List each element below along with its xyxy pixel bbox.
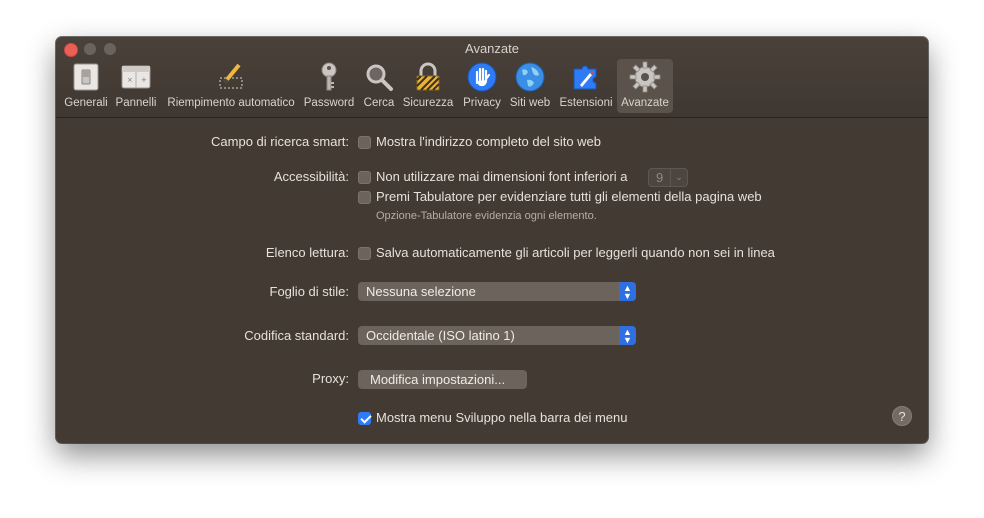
stylesheet-popup[interactable]: Nessuna selezione ▲ ▼ <box>358 282 636 301</box>
save-offline-checkbox[interactable] <box>358 247 371 260</box>
chevron-down-icon: ⌄ <box>670 169 687 186</box>
encoding-popup[interactable]: Occidentale (ISO latino 1) ▲ ▼ <box>358 326 636 345</box>
updown-arrows-icon: ▲ ▼ <box>619 326 636 345</box>
tab-cerca[interactable]: Cerca <box>360 59 398 113</box>
puzzle-icon <box>573 65 597 90</box>
tab-pannelli[interactable]: × + Pannelli <box>112 59 160 113</box>
min-font-size-checkbox[interactable] <box>358 171 371 184</box>
tab-estensioni[interactable]: Estensioni <box>556 59 616 113</box>
hand-icon <box>467 62 497 92</box>
change-settings-button[interactable]: Modifica impostazioni... <box>358 370 527 389</box>
window-title: Avanzate <box>465 41 519 56</box>
save-offline-label[interactable]: Salva automaticamente gli articoli per l… <box>376 245 775 260</box>
stylesheet-label: Foglio di stile: <box>269 284 349 299</box>
font-size-value: 9 <box>656 170 664 185</box>
font-size-select[interactable]: 9 ⌄ <box>648 168 688 187</box>
tab-sicurezza[interactable]: Sicurezza <box>400 59 456 113</box>
encoding-value: Occidentale (ISO latino 1) <box>366 328 515 343</box>
tab-riempimento-automatico[interactable]: Riempimento automatico <box>164 59 298 113</box>
smart-search-label: Campo di ricerca smart: <box>211 134 349 149</box>
magnifier-icon <box>366 64 393 91</box>
tab-avanzate[interactable]: Avanzate <box>617 59 673 113</box>
svg-text:×: × <box>127 76 133 84</box>
toolbar: Avanzate Generali × + Pannelli Riempimen… <box>56 37 928 118</box>
tab-privacy[interactable]: Privacy <box>460 59 504 113</box>
tab-password[interactable]: Password <box>302 59 356 113</box>
proxy-label: Proxy: <box>312 371 349 386</box>
help-button[interactable]: ? <box>892 406 912 426</box>
min-font-size-label[interactable]: Non utilizzare mai dimensioni font infer… <box>376 169 627 184</box>
tab-highlight-label[interactable]: Premi Tabulatore per evidenziare tutti g… <box>376 189 762 204</box>
svg-text:+: + <box>141 76 147 84</box>
stylesheet-value: Nessuna selezione <box>366 284 476 299</box>
show-develop-menu-label[interactable]: Mostra menu Sviluppo nella barra dei men… <box>376 410 627 425</box>
tab-highlight-hint: Opzione-Tabulatore evidenzia ogni elemen… <box>376 210 597 222</box>
show-full-address-checkbox[interactable] <box>358 136 371 149</box>
pencil-form-icon <box>219 63 243 89</box>
gear-icon <box>629 61 661 93</box>
advanced-settings-panel: Campo di ricerca smart: Mostra l'indiriz… <box>56 118 928 443</box>
show-full-address-label[interactable]: Mostra l'indirizzo completo del sito web <box>376 134 601 149</box>
tab-generali[interactable]: Generali <box>62 59 110 113</box>
reading-list-label: Elenco lettura: <box>265 245 349 260</box>
updown-arrows-icon: ▲ ▼ <box>619 282 636 301</box>
preferences-window: Avanzate Generali × + Pannelli Riempimen… <box>56 37 928 443</box>
tab-highlight-checkbox[interactable] <box>358 191 371 204</box>
accessibility-label: Accessibilità: <box>273 169 349 184</box>
padlock-icon <box>416 62 440 91</box>
encoding-label: Codifica standard: <box>244 328 349 343</box>
key-icon <box>321 62 337 91</box>
switch-icon <box>73 63 99 91</box>
tab-siti-web[interactable]: Siti web <box>506 59 554 113</box>
globe-icon <box>515 62 545 92</box>
tabs-window-icon: × + <box>121 65 151 89</box>
show-develop-menu-checkbox[interactable] <box>358 412 371 425</box>
